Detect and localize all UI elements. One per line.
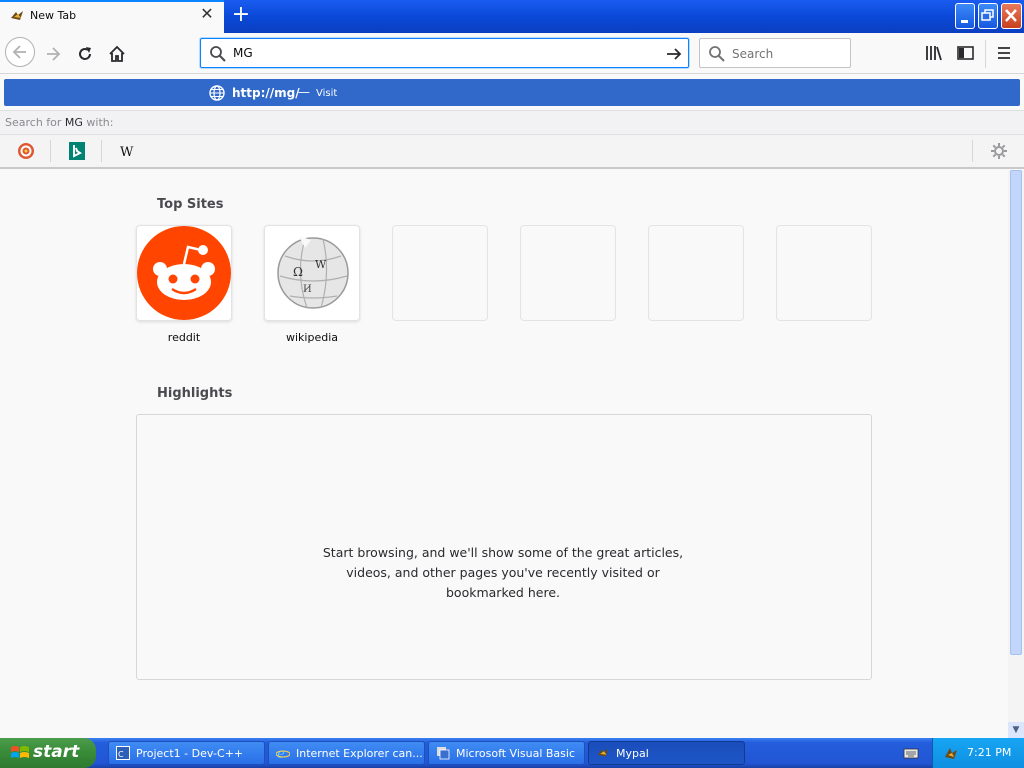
task-label: Microsoft Visual Basic: [456, 747, 576, 760]
scrollbar-thumb[interactable]: [1010, 170, 1022, 655]
top-site-label: reddit: [167, 331, 201, 344]
library-icon[interactable]: [924, 44, 944, 62]
engine-separator: [50, 140, 51, 162]
globe-icon: [209, 85, 225, 101]
reddit-icon: [137, 226, 231, 320]
search-bar[interactable]: Search: [699, 38, 851, 68]
hamburger-menu-icon[interactable]: [994, 44, 1014, 62]
taskbar-button-visual-basic[interactable]: Microsoft Visual Basic: [428, 741, 585, 765]
task-label: Project1 - Dev-C++: [136, 747, 244, 760]
window-restore-button[interactable]: [978, 3, 998, 29]
svg-text:e: e: [277, 747, 285, 760]
top-site-tile-empty[interactable]: [648, 225, 744, 321]
svg-text:C: C: [118, 750, 124, 759]
reload-button[interactable]: [71, 40, 99, 68]
engine-separator: [972, 140, 973, 162]
new-tab-button[interactable]: +: [231, 4, 251, 26]
taskbar-clock[interactable]: 7:21 PM: [967, 746, 1011, 759]
engine-separator: [101, 140, 102, 162]
svg-text:Ω: Ω: [293, 265, 303, 279]
top-site-tile-wikipedia[interactable]: Ω W И: [264, 225, 360, 321]
search-for-bar: [0, 110, 1024, 135]
top-sites-heading: Top Sites: [157, 197, 224, 212]
svg-text:W: W: [315, 258, 327, 271]
top-site-tile-empty[interactable]: [776, 225, 872, 321]
highlights-heading: Highlights: [157, 386, 233, 401]
highlights-empty-message: Start browsing, and we'll show some of t…: [322, 545, 684, 600]
go-arrow-icon[interactable]: [665, 45, 683, 63]
search-icon: [210, 46, 226, 62]
window-close-button[interactable]: [1001, 3, 1022, 29]
top-site-tile-empty[interactable]: [520, 225, 616, 321]
search-for-label: Search for MG with:: [5, 116, 114, 129]
reload-icon: [79, 47, 91, 60]
svg-text:W: W: [120, 145, 134, 160]
search-engine-bar: [0, 135, 1024, 169]
autocomplete-url: http://mg/: [232, 86, 300, 100]
back-button[interactable]: [5, 37, 35, 67]
window-minimize-button[interactable]: [955, 3, 975, 29]
arrow-right-icon: [47, 47, 61, 61]
windows-logo-icon: [11, 746, 29, 758]
scroll-down-arrow-icon[interactable]: ▼: [1008, 722, 1024, 738]
url-input-value[interactable]: MG: [233, 46, 253, 60]
mypal-favicon-icon: [11, 11, 23, 20]
task-label: Internet Explorer can...: [296, 747, 423, 760]
ie-icon: e: [276, 747, 290, 760]
toolbar-separator: [985, 40, 986, 68]
devcpp-icon: C: [116, 746, 130, 760]
tab-close-icon[interactable]: ✕: [199, 6, 215, 22]
top-site-tile-reddit[interactable]: [136, 225, 232, 321]
wikipedia-icon[interactable]: W: [118, 142, 138, 160]
keyboard-icon[interactable]: [903, 746, 919, 760]
taskbar-button-devcpp[interactable]: C Project1 - Dev-C++: [108, 741, 265, 765]
top-site-label: wikipedia: [285, 331, 338, 344]
top-site-tile-empty[interactable]: [392, 225, 488, 321]
search-icon: [709, 46, 725, 62]
duckduckgo-icon[interactable]: [16, 142, 36, 160]
start-label: start: [33, 742, 80, 762]
svg-text:И: И: [303, 284, 312, 295]
autocomplete-dash: —: [298, 85, 310, 99]
tray-app-icon[interactable]: [942, 745, 960, 761]
arrow-left-icon: [12, 45, 26, 59]
search-placeholder[interactable]: Search: [732, 47, 773, 61]
forward-button[interactable]: [39, 40, 67, 68]
start-button[interactable]: start: [0, 738, 96, 768]
sidebar-icon[interactable]: [956, 44, 976, 62]
autocomplete-action: Visit: [316, 88, 338, 99]
url-bar[interactable]: MG: [200, 38, 689, 68]
vb-icon: [437, 747, 450, 760]
autocomplete-row-selected[interactable]: [4, 79, 1020, 106]
tab-title: New Tab: [30, 9, 77, 22]
wikipedia-globe-icon: Ω W И: [277, 236, 349, 309]
home-button[interactable]: [103, 40, 131, 68]
task-label: Mypal: [616, 747, 649, 760]
home-icon: [109, 45, 125, 62]
gear-icon[interactable]: [990, 142, 1008, 160]
mypal-icon: [597, 748, 609, 757]
taskbar-button-mypal[interactable]: Mypal: [588, 741, 745, 765]
taskbar-button-internet-explorer[interactable]: e Internet Explorer can...: [268, 741, 425, 765]
bing-icon[interactable]: [67, 142, 87, 160]
